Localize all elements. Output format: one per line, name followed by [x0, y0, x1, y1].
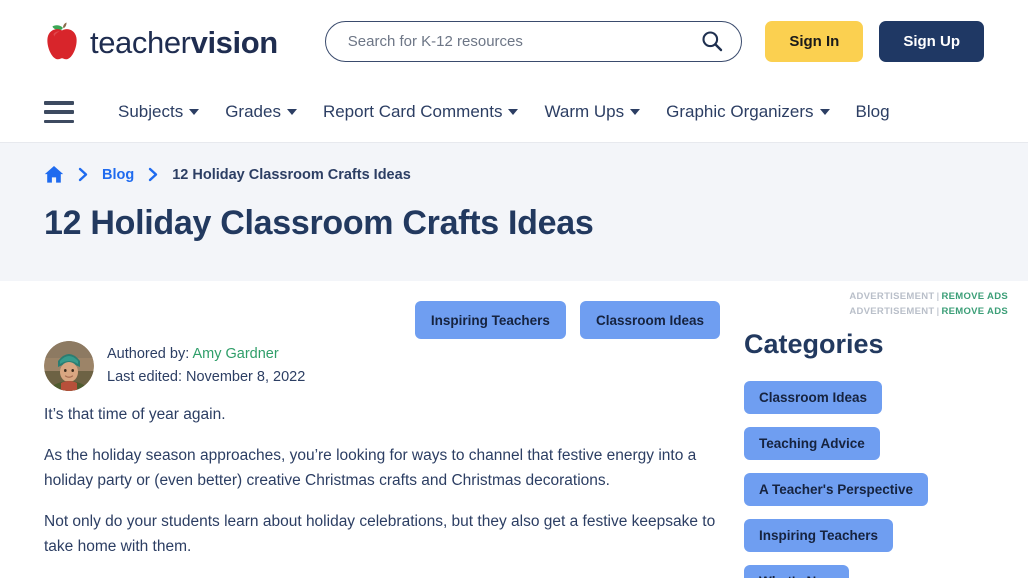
hamburger-bar	[44, 101, 74, 105]
nav-item-label: Blog	[856, 102, 890, 122]
remove-ads-link[interactable]: REMOVE ADS	[941, 306, 1008, 317]
chevron-down-icon	[630, 109, 640, 115]
nav-item-label: Grades	[225, 102, 281, 122]
nav-item-label: Warm Ups	[544, 102, 624, 122]
hamburger-menu-icon[interactable]	[44, 101, 74, 123]
ad-separator: |	[937, 306, 940, 317]
nav-item-label: Graphic Organizers	[666, 102, 813, 122]
hamburger-bar	[44, 120, 74, 124]
author-block: Authored by: Amy Gardner Last edited: No…	[44, 341, 720, 391]
article-paragraph: Not only do your students learn about ho…	[44, 510, 720, 559]
last-edited-date: Last edited: November 8, 2022	[107, 366, 305, 389]
advertisement-notice: ADVERTISEMENT|REMOVE ADS	[744, 304, 1008, 319]
chevron-right-icon	[148, 167, 158, 182]
nav-item-subjects[interactable]: Subjects	[118, 102, 199, 122]
article-tag-row: Inspiring Teachers Classroom Ideas	[44, 281, 720, 339]
header-topbar: teachervision Sign In Sign Up	[0, 0, 1028, 82]
advertisement-label: ADVERTISEMENT	[849, 291, 934, 302]
nav-item-blog[interactable]: Blog	[856, 102, 890, 122]
site-header: teachervision Sign In Sign Up Subjects	[0, 0, 1028, 143]
sidebar-title-categories: Categories	[744, 329, 1008, 360]
page-title: 12 Holiday Classroom Crafts Ideas	[44, 204, 984, 243]
category-item-whats-new[interactable]: What's New	[744, 565, 849, 578]
advertisement-notice: ADVERTISEMENT|REMOVE ADS	[744, 281, 1008, 304]
chevron-down-icon	[287, 109, 297, 115]
chevron-right-icon	[78, 167, 88, 182]
auth-buttons: Sign In Sign Up	[765, 21, 984, 62]
nav-item-label: Report Card Comments	[323, 102, 503, 122]
home-icon[interactable]	[44, 165, 64, 184]
site-logo-text: teachervision	[90, 24, 278, 58]
search-input[interactable]	[348, 33, 701, 50]
hamburger-bar	[44, 110, 74, 114]
breadcrumb-link-blog[interactable]: Blog	[102, 167, 134, 183]
author-name-link[interactable]: Amy Gardner	[192, 346, 278, 362]
category-item-a-teachers-perspective[interactable]: A Teacher's Perspective	[744, 473, 928, 506]
page-hero: Blog 12 Holiday Classroom Crafts Ideas 1…	[0, 143, 1028, 281]
article-column: Inspiring Teachers Classroom Ideas	[44, 281, 720, 578]
chevron-down-icon	[189, 109, 199, 115]
nav-item-warm-ups[interactable]: Warm Ups	[544, 102, 640, 122]
sign-in-button[interactable]: Sign In	[765, 21, 863, 62]
category-item-classroom-ideas[interactable]: Classroom Ideas	[744, 381, 882, 414]
article-body: It’s that time of year again. As the hol…	[44, 403, 720, 559]
author-meta: Authored by: Amy Gardner Last edited: No…	[107, 343, 305, 390]
search-box[interactable]	[325, 21, 742, 62]
authored-by-label: Authored by:	[107, 346, 192, 362]
category-list: Classroom Ideas Teaching Advice A Teache…	[744, 381, 1008, 578]
search-icon[interactable]	[701, 30, 723, 52]
breadcrumb: Blog 12 Holiday Classroom Crafts Ideas	[44, 165, 984, 184]
nav-item-graphic-organizers[interactable]: Graphic Organizers	[666, 102, 829, 122]
nav-item-grades[interactable]: Grades	[225, 102, 297, 122]
article-tag-classroom-ideas[interactable]: Classroom Ideas	[580, 301, 720, 339]
breadcrumb-current: 12 Holiday Classroom Crafts Ideas	[172, 167, 411, 183]
logo-text-bold: vision	[191, 25, 278, 60]
main-content: Inspiring Teachers Classroom Ideas	[0, 281, 1028, 578]
category-item-teaching-advice[interactable]: Teaching Advice	[744, 427, 880, 460]
advertisement-label: ADVERTISEMENT	[849, 306, 934, 317]
sign-up-button[interactable]: Sign Up	[879, 21, 984, 62]
article-paragraph: As the holiday season approaches, you’re…	[44, 444, 720, 493]
ad-separator: |	[937, 291, 940, 302]
apple-logo-icon	[44, 22, 80, 60]
chevron-down-icon	[508, 109, 518, 115]
site-logo[interactable]: teachervision	[44, 22, 278, 60]
remove-ads-link[interactable]: REMOVE ADS	[941, 291, 1008, 302]
main-navigation: Subjects Grades Report Card Comments War…	[0, 82, 1028, 142]
logo-text-light: teacher	[90, 25, 191, 60]
sidebar: ADVERTISEMENT|REMOVE ADS ADVERTISEMENT|R…	[744, 281, 1008, 578]
nav-item-label: Subjects	[118, 102, 183, 122]
author-avatar	[44, 341, 94, 391]
article-tag-inspiring-teachers[interactable]: Inspiring Teachers	[415, 301, 566, 339]
article-paragraph: It’s that time of year again.	[44, 403, 720, 427]
author-line: Authored by: Amy Gardner	[107, 343, 305, 366]
chevron-down-icon	[820, 109, 830, 115]
category-item-inspiring-teachers[interactable]: Inspiring Teachers	[744, 519, 893, 552]
nav-item-report-card-comments[interactable]: Report Card Comments	[323, 102, 519, 122]
